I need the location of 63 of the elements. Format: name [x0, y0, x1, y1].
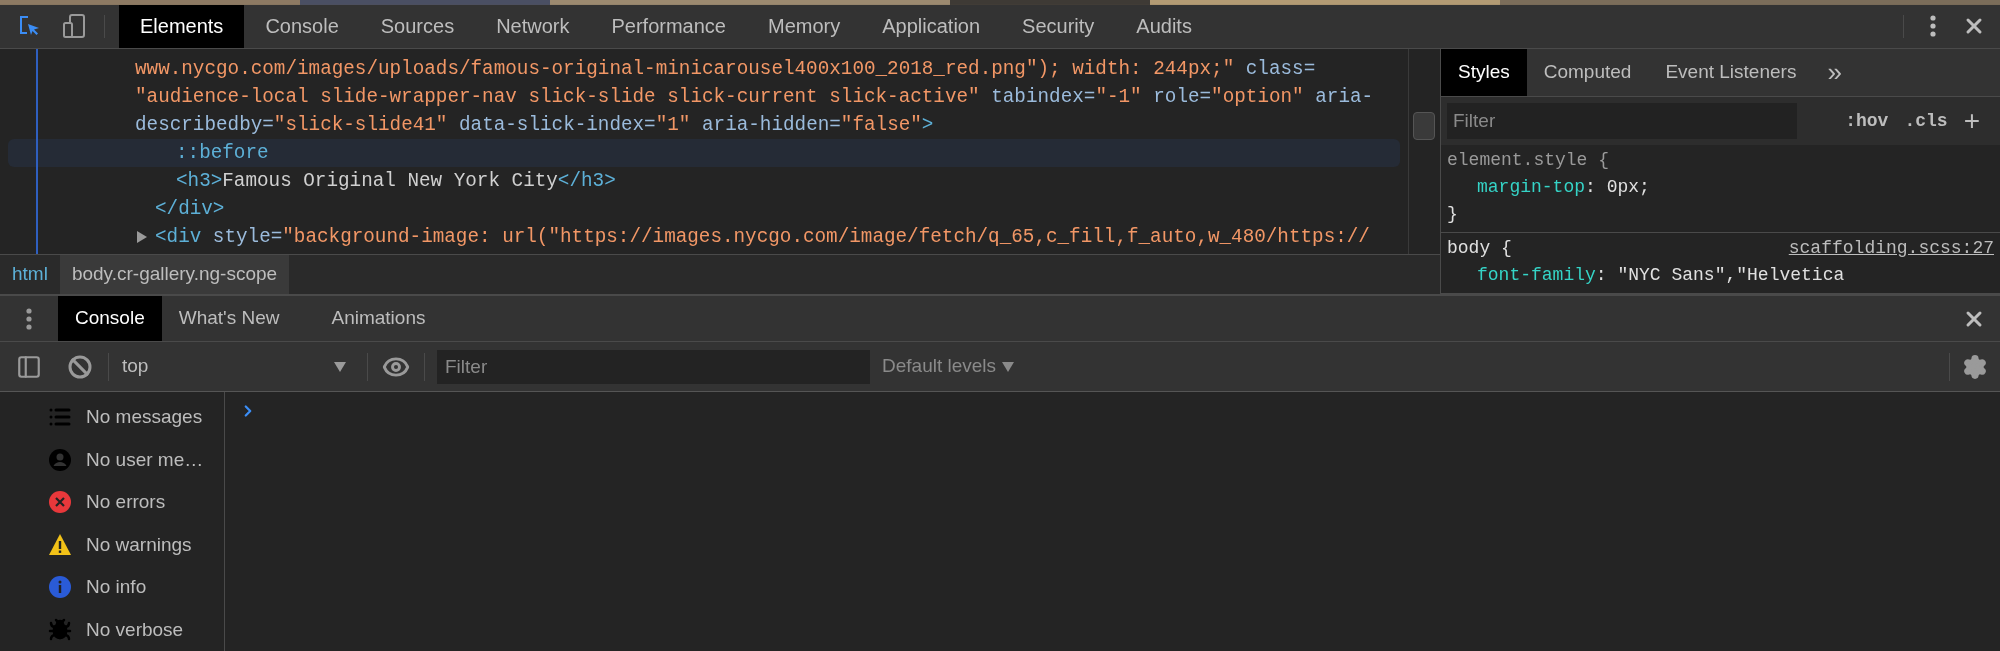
dom-node-row[interactable]: www.nycgo.com/images/uploads/famous-original-minicarousel400x100_2018_red.png"); width: 244px;" class= [8, 55, 1400, 83]
rule-selector: body { [1447, 237, 1512, 260]
scrollbar-thumb[interactable] [1413, 112, 1435, 140]
style-declaration: margin-top: 0px; [1476, 176, 1651, 199]
breadcrumb-item[interactable]: body.cr-gallery.ng-scope [59, 255, 290, 294]
filter-field[interactable]: Filter [437, 349, 870, 384]
console-filter-item[interactable]: No warnings [0, 523, 224, 566]
sidebar-toggle-icon[interactable] [16, 353, 42, 380]
closing-brace: } [1447, 203, 1458, 226]
device-icon[interactable] [62, 13, 86, 40]
breadcrumb-item[interactable]: html [0, 255, 60, 294]
dom-node-row[interactable]: ::before [8, 139, 1400, 167]
more-icon[interactable] [1930, 15, 1936, 38]
console-filter-item[interactable]: No info [0, 566, 224, 609]
console-filter-item[interactable]: No user me… [0, 438, 224, 481]
warning-icon [48, 532, 72, 557]
console-filter-item[interactable]: No messages [0, 396, 224, 439]
code-line: ::before [176, 140, 269, 166]
panel-tab[interactable]: Sources [359, 4, 476, 48]
more-tabs-button[interactable]: » [1813, 49, 1856, 96]
style-declaration: font-family: "NYC Sans","Helvetica [1476, 264, 1846, 287]
code-line: </div> [155, 196, 225, 222]
panel-tab[interactable]: Performance [590, 4, 747, 48]
drawer-tab[interactable]: What's New [161, 296, 297, 341]
sidebar-tab[interactable]: Event Listeners [1648, 49, 1814, 96]
source-link[interactable]: scaffolding.scss:27 [1788, 235, 1994, 262]
panel-tab[interactable]: Console [244, 4, 360, 48]
sidebar-tab[interactable]: Computed [1526, 49, 1649, 96]
code-line: www.nycgo.com/images/uploads/famous-original-minicarousel400x100_2018_red.png"); width: 244px;" class= [135, 56, 1316, 82]
context-select[interactable]: top [109, 346, 359, 387]
more-icon[interactable] [26, 307, 32, 330]
settings-icon[interactable] [1962, 353, 1988, 380]
panel-tab[interactable]: Network [475, 4, 591, 48]
levels-dropdown[interactable]: Default levels [882, 352, 1015, 381]
bug-icon [48, 617, 72, 642]
dropdown-caret-icon [1002, 361, 1015, 372]
panel-tab[interactable]: Elements [119, 4, 245, 48]
expand-triangle-icon[interactable] [137, 231, 147, 243]
code-line: <div style="background-image: url("https://images.nycgo.com/image/fetch/q_65,c_fill,f_auto,w_480/https:// [155, 224, 1370, 250]
panel-tab[interactable]: Security [1001, 4, 1116, 48]
user-icon [48, 447, 72, 472]
error-icon [48, 490, 72, 515]
console-filter-item[interactable]: No errors [0, 481, 224, 524]
drawer-tab[interactable]: Animations [314, 296, 443, 341]
new-rule-button[interactable]: + [1955, 107, 1988, 135]
dropdown-caret-icon [334, 361, 346, 372]
hover-state-button[interactable]: :hov [1837, 107, 1897, 135]
dom-node-row[interactable]: <h3>Famous Original New York City</h3> [8, 167, 1400, 195]
drawer-tab[interactable]: Console [58, 296, 162, 341]
dom-node-row[interactable]: <div style="background-image: url("https://images.nycgo.com/image/fetch/q_65,c_fill,f_auto,w_480/https:// [8, 223, 1400, 251]
sidebar-tab[interactable]: Styles [1441, 49, 1527, 96]
panel-tab[interactable]: Memory [747, 4, 862, 48]
class-button[interactable]: .cls [1896, 107, 1956, 135]
panel-tab[interactable]: Audits [1115, 4, 1213, 48]
filter-field[interactable]: Filter [1447, 103, 1797, 139]
info-icon [48, 575, 72, 600]
code-line: describedby="slick-slide41" data-slick-index="1" aria-hidden="false"> [135, 112, 934, 138]
code-line: "audience-local slide-wrapper-nav slick-slide slick-current slick-active" tabindex="-1" role="option" aria- [135, 84, 1374, 110]
clear-icon[interactable] [68, 354, 92, 379]
rule-selector: element.style { [1447, 149, 1610, 172]
console-filter-item[interactable]: No verbose [0, 608, 224, 651]
panel-tab[interactable]: Application [861, 4, 1002, 48]
code-line: <h3>Famous Original New York City</h3> [176, 168, 616, 194]
